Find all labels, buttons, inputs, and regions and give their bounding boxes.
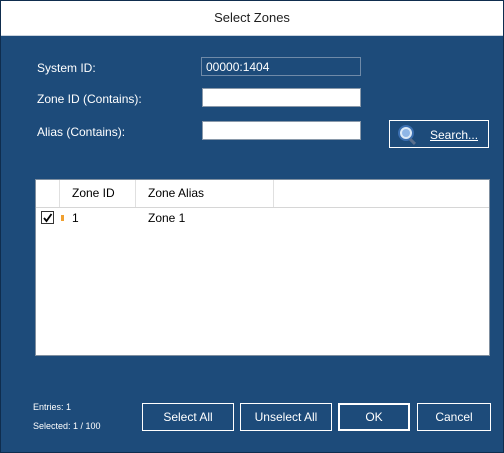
- cancel-button[interactable]: Cancel: [417, 403, 491, 431]
- select-all-label: Select All: [163, 410, 213, 424]
- select-zones-dialog: Select Zones System ID: 00000:1404 Zone …: [0, 0, 504, 453]
- zone-id-input[interactable]: [202, 88, 361, 107]
- ok-button[interactable]: OK: [338, 403, 410, 431]
- unselect-all-label: Unselect All: [254, 410, 318, 424]
- select-all-button[interactable]: Select All: [142, 403, 234, 431]
- column-header-zone-id[interactable]: Zone ID: [60, 180, 136, 207]
- cell-zone-id: 1: [72, 211, 79, 225]
- alias-input[interactable]: [202, 121, 361, 140]
- row-checkbox[interactable]: [41, 211, 54, 224]
- checkmark-icon: [43, 213, 53, 223]
- entries-count: Entries: 1: [33, 402, 72, 412]
- dialog-title: Select Zones: [214, 10, 290, 25]
- zone-id-label: Zone ID (Contains):: [37, 92, 142, 106]
- cell-zone-alias: Zone 1: [148, 211, 186, 225]
- column-header-zone-alias[interactable]: Zone Alias: [136, 180, 274, 207]
- ok-label: OK: [365, 410, 383, 424]
- selected-count: Selected: 1 / 100: [33, 421, 101, 431]
- search-button-label: Search...: [430, 128, 479, 142]
- system-id-label: System ID:: [37, 61, 96, 75]
- search-button[interactable]: Search...: [389, 120, 489, 148]
- grid-header: Zone ID Zone Alias: [36, 180, 489, 208]
- title-bar: Select Zones: [1, 1, 503, 36]
- header-select-cell: [36, 180, 60, 207]
- magnifier-icon: [398, 125, 417, 146]
- alias-label: Alias (Contains):: [37, 125, 126, 139]
- row-indicator: [61, 215, 64, 221]
- system-id-field: 00000:1404: [201, 57, 361, 76]
- zones-grid: Zone ID Zone Alias 1 Zone 1: [35, 179, 490, 356]
- unselect-all-button[interactable]: Unselect All: [240, 403, 332, 431]
- table-row[interactable]: 1 Zone 1: [36, 208, 489, 228]
- cancel-label: Cancel: [435, 410, 473, 424]
